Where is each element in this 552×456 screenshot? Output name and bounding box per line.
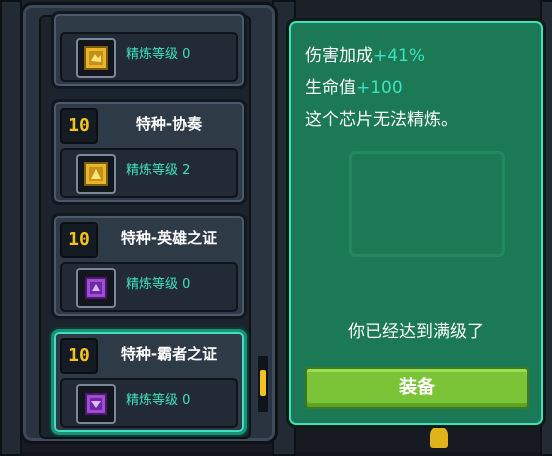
gold-chip-icon: [84, 46, 108, 70]
background-chip-silhouette: [349, 151, 505, 257]
chip-name: 特种-霸者之证: [120, 345, 218, 363]
max-level-text: 你已经达到满级了: [348, 322, 484, 342]
chip-frame: [76, 384, 116, 424]
chip-card-body: 精炼等级 2: [60, 148, 238, 198]
hp-label: 生命值: [305, 78, 356, 98]
refine-level-value: 0: [182, 47, 191, 62]
refine-level-text: 精炼等级 2: [126, 150, 190, 192]
scrollbar-thumb[interactable]: [260, 370, 266, 396]
refine-level-value: 0: [182, 277, 191, 292]
chip-level-badge: 10: [60, 108, 98, 144]
refine-level-value: 0: [182, 393, 191, 408]
refine-level-text: 精炼等级 0: [126, 34, 190, 76]
chip-frame: [76, 268, 116, 308]
chip-name: 特种-协奏: [135, 115, 203, 133]
chip-list[interactable]: 精炼等级 0 10 特种-协奏 精炼等级 2 10 特种-英雄之证 精炼等级 0…: [39, 11, 251, 439]
chip-detail-panel: 伤害加成+41% 生命值+100 这个芯片无法精炼。 你已经达到满级了 装备: [286, 18, 546, 428]
chip-card-header: 10 特种-英雄之证: [60, 222, 238, 258]
chip-card-body: 精炼等级 0: [60, 378, 238, 428]
refine-level-text: 精炼等级 0: [126, 264, 190, 306]
chip-level-badge: 10: [60, 338, 98, 374]
background-wall: [0, 0, 22, 456]
refine-level-value: 2: [182, 163, 191, 178]
purple-chip-icon: [85, 393, 107, 415]
chip-list-scrollbar[interactable]: [256, 354, 270, 414]
background-item-icon: [430, 426, 448, 448]
cannot-refine-note: 这个芯片无法精炼。: [305, 110, 458, 130]
gold-chip-icon: [84, 162, 108, 186]
chip-card[interactable]: 精炼等级 0: [51, 11, 247, 89]
chip-card-header: 10 特种-协奏: [60, 108, 238, 144]
chip-card-selected[interactable]: 10 特种-霸者之证 精炼等级 0: [51, 329, 247, 435]
chip-name: 特种-英雄之证: [120, 229, 218, 247]
refine-level-label: 精炼等级: [126, 163, 179, 178]
chip-frame: [76, 154, 116, 194]
chip-card-body: 精炼等级 0: [60, 32, 238, 82]
chip-card-header: 10 特种-霸者之证: [60, 338, 238, 374]
chip-card[interactable]: 10 特种-协奏 精炼等级 2: [51, 99, 247, 205]
chip-card-body: 精炼等级 0: [60, 262, 238, 312]
chip-card[interactable]: 10 特种-英雄之证 精炼等级 0: [51, 213, 247, 319]
damage-bonus-stat: 伤害加成+41%: [305, 41, 425, 66]
chip-frame: [76, 38, 116, 78]
refine-level-text: 精炼等级 0: [126, 380, 190, 422]
chip-level-badge: 10: [60, 222, 98, 258]
damage-bonus-value: +41%: [373, 46, 426, 66]
hp-stat: 生命值+100: [305, 73, 403, 98]
refine-level-label: 精炼等级: [126, 393, 179, 408]
hp-value: +100: [356, 78, 403, 98]
equip-button[interactable]: 装备: [305, 367, 529, 409]
purple-chip-icon: [85, 277, 107, 299]
refine-level-label: 精炼等级: [126, 47, 179, 62]
damage-bonus-label: 伤害加成: [305, 46, 373, 66]
chip-list-panel[interactable]: 精炼等级 0 10 特种-协奏 精炼等级 2 10 特种-英雄之证 精炼等级 0…: [20, 2, 278, 444]
refine-level-label: 精炼等级: [126, 277, 179, 292]
